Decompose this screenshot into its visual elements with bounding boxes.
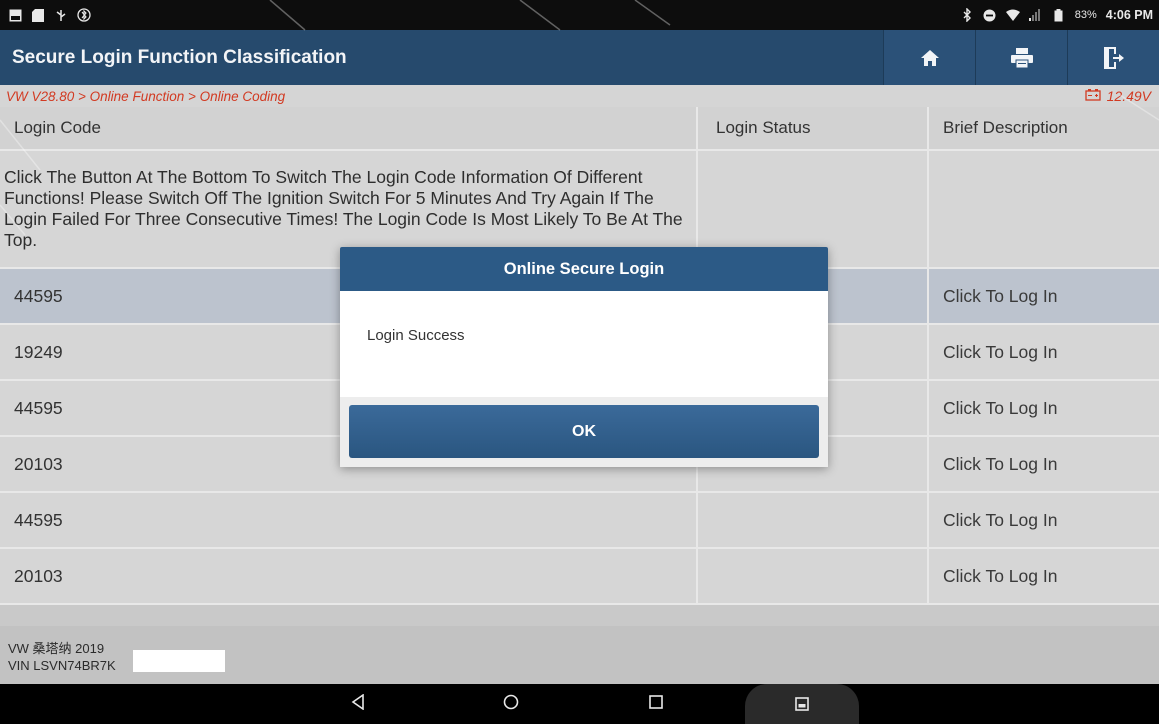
bluetooth-icon (960, 8, 974, 22)
exit-button[interactable] (1067, 30, 1159, 85)
login-status-cell (698, 549, 929, 603)
vehicle-info-bar: VW 桑塔纳 2019 VIN LSVN74BR7K (0, 626, 1159, 684)
dialog-title: Online Secure Login (340, 247, 828, 291)
recents-button[interactable] (641, 684, 671, 724)
log-in-label: Click To Log In (943, 397, 1058, 418)
vin-line: VIN LSVN74BR7K (8, 650, 1159, 674)
home-nav-button[interactable] (496, 684, 526, 724)
log-in-label: Click To Log In (943, 509, 1058, 530)
exit-icon (1103, 46, 1124, 69)
log-in-label: Click To Log In (943, 341, 1058, 362)
screenshot-button[interactable] (745, 684, 859, 724)
info-description-cell (929, 151, 1159, 267)
dialog-message: Login Success (340, 291, 828, 397)
breadcrumb: VW V28.80 > Online Function > Online Cod… (6, 88, 286, 104)
log-in-link[interactable]: Click To Log In (929, 437, 1159, 491)
bluetooth-settings-icon (77, 8, 91, 22)
do-not-disturb-icon (983, 8, 997, 22)
sd-card-icon (31, 8, 45, 22)
log-in-label: Click To Log In (943, 565, 1058, 586)
table-row[interactable]: 20103 Click To Log In (0, 549, 1159, 605)
login-status-cell (698, 493, 929, 547)
battery-icon (1052, 8, 1066, 22)
voltage-value: 12.49V (1106, 88, 1151, 104)
status-right: 83% 4:06 PM (960, 8, 1153, 22)
home-icon (920, 49, 940, 67)
login-dialog: Online Secure Login Login Success OK (340, 247, 828, 467)
car-battery-icon (1084, 88, 1101, 104)
voltage-readout: 12.49V (1084, 88, 1151, 104)
back-icon (351, 692, 365, 715)
screenshot-icon (795, 696, 809, 716)
app-screen: 83% 4:06 PM Secure Login Function Classi… (0, 0, 1159, 724)
home-circle-icon (503, 694, 519, 715)
log-in-link[interactable]: Click To Log In (929, 381, 1159, 435)
log-in-link[interactable]: Click To Log In (929, 325, 1159, 379)
column-header-login-status: Login Status (698, 107, 929, 149)
log-in-label: Click To Log In (943, 285, 1058, 306)
title-bar: Secure Login Function Classification (0, 30, 1159, 85)
page-title: Secure Login Function Classification (12, 46, 347, 68)
log-in-link[interactable]: Click To Log In (929, 269, 1159, 323)
image-icon (8, 8, 22, 22)
column-header-brief-description: Brief Description (929, 107, 1159, 149)
clock: 4:06 PM (1105, 8, 1153, 22)
dialog-footer: OK (340, 397, 828, 467)
log-in-link[interactable]: Click To Log In (929, 549, 1159, 603)
wifi-icon (1005, 8, 1020, 22)
print-icon (1010, 47, 1033, 68)
table-row[interactable]: 44595 Click To Log In (0, 493, 1159, 549)
login-code-cell: 44595 (0, 493, 698, 547)
usb-icon (54, 8, 68, 22)
login-code-cell: 20103 (0, 549, 698, 603)
vin-text: VIN LSVN74BR7K (8, 658, 116, 673)
table-header: Login Code Login Status Brief Descriptio… (0, 107, 1159, 151)
home-button[interactable] (883, 30, 975, 85)
print-button[interactable] (975, 30, 1067, 85)
log-in-label: Click To Log In (943, 453, 1058, 474)
breadcrumb-bar: VW V28.80 > Online Function > Online Cod… (0, 85, 1159, 107)
back-button[interactable] (343, 684, 373, 724)
signal-icon (1028, 8, 1043, 22)
status-left (8, 8, 91, 22)
status-bar: 83% 4:06 PM (0, 0, 1159, 30)
navigation-bar (0, 684, 1159, 724)
ok-button[interactable]: OK (349, 405, 819, 458)
vin-redaction (133, 650, 225, 672)
log-in-link[interactable]: Click To Log In (929, 493, 1159, 547)
column-header-login-code: Login Code (0, 107, 698, 149)
recents-icon (649, 694, 663, 714)
battery-percent: 83% (1074, 9, 1097, 21)
